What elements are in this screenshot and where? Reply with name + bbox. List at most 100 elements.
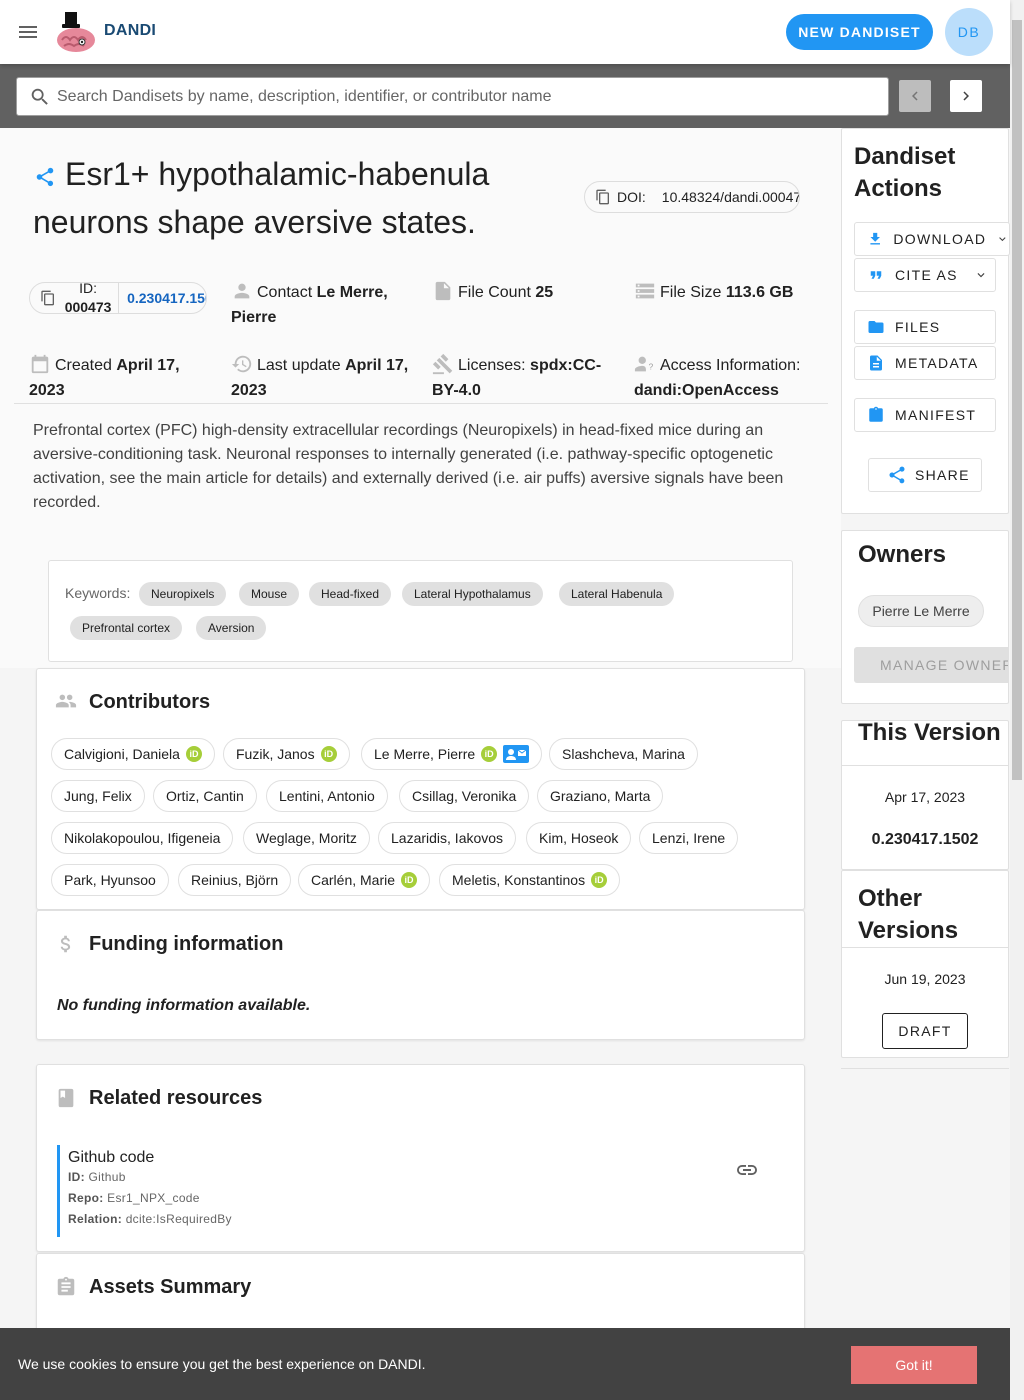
version-value[interactable]: 0.230417.1502 (127, 290, 206, 306)
resource-repo-label: Repo: (68, 1191, 104, 1205)
link-icon[interactable] (735, 1158, 759, 1182)
contributors-card: Contributors Calvigioni, Daniela iD Fuzik… (36, 668, 805, 910)
no-funding-message: No funding information available. (57, 997, 311, 1014)
accept-cookies-button[interactable]: Got it! (851, 1346, 977, 1384)
scrollbar-thumb[interactable] (1012, 20, 1022, 780)
access-info: ? Access Information: dandi:OpenAccess (634, 353, 824, 403)
file-icon (435, 281, 451, 301)
orcid-icon[interactable]: iD (185, 746, 202, 762)
orcid-icon[interactable]: iD (320, 746, 337, 762)
resource-name[interactable]: Github code (68, 1149, 757, 1167)
this-version-divider (842, 765, 1008, 766)
resource-repo: Repo: Esr1_NPX_code (68, 1188, 757, 1209)
keyword-chip[interactable]: Head-fixed (309, 582, 392, 606)
contributor-name: Fuzik, Janos (236, 746, 315, 762)
resource-relation-value: dcite:IsRequiredBy (125, 1212, 232, 1226)
funding-card: Funding information No funding informati… (36, 910, 805, 1040)
contributor-chip[interactable]: Csillag, Veronika (399, 780, 530, 812)
dandiset-title: Esr1+ hypothalamic-habenula neurons shap… (33, 150, 553, 246)
doi-chip[interactable]: DOI: 10.48324/dandi.000473 (584, 181, 800, 213)
search-bar (0, 64, 1010, 128)
share-button[interactable]: SHARE (868, 458, 982, 492)
download-button[interactable]: DOWNLOAD (854, 222, 1010, 256)
manage-owners-button[interactable]: MANAGE OWNERS (854, 647, 1008, 683)
page-scrollbar[interactable] (1010, 0, 1024, 1400)
contributor-chip[interactable]: Lazaridis, Iakovos (378, 822, 517, 854)
new-dandiset-button[interactable]: NEW DANDISET (786, 14, 933, 50)
search-field[interactable] (16, 77, 889, 116)
contributor-chip[interactable]: Lentini, Antonio (266, 780, 388, 812)
owners-title: Owners (858, 541, 947, 568)
contributor-chip[interactable]: Graziano, Marta (537, 780, 664, 812)
owner-chip[interactable]: Pierre Le Merre (858, 595, 984, 627)
overview-divider (14, 403, 828, 404)
file-size-value: 113.6 GB (725, 284, 794, 301)
keyword-chip[interactable]: Prefrontal cortex (70, 616, 183, 640)
share-icon (889, 466, 905, 484)
folder-icon (868, 321, 884, 333)
files-button[interactable]: FILES (854, 310, 996, 344)
metadata-button[interactable]: METADATA (854, 346, 996, 380)
previous-page-button[interactable] (899, 80, 931, 112)
contributor-chip[interactable]: Jung, Felix (51, 780, 145, 812)
identifier-chip[interactable]: ID: 000473 0.230417.1502 (29, 279, 207, 317)
contributor-name: Kim, Hoseok (539, 830, 619, 846)
file-size-label: File Size (660, 284, 722, 301)
menu-icon[interactable] (16, 20, 40, 44)
contributor-chip[interactable]: Weglage, Moritz (243, 822, 370, 854)
contributor-chip[interactable]: Slashcheva, Marina (549, 738, 698, 770)
dandi-logo[interactable] (52, 10, 98, 54)
orcid-icon[interactable]: iD (401, 872, 418, 888)
contact-info: Contact Le Merre, Pierre (231, 280, 411, 330)
manifest-button[interactable]: MANIFEST (854, 398, 996, 432)
gavel-icon (432, 353, 453, 375)
dandiset-title-text: Esr1+ hypothalamic-habenula neurons shap… (33, 156, 490, 240)
brand-name[interactable]: DANDI (104, 22, 156, 40)
contributor-chip[interactable]: Nikolakopoulou, Ifigeneia (51, 822, 234, 854)
contributor-chip[interactable]: Park, Hyunsoo (51, 864, 169, 896)
contributor-chip[interactable]: Reinius, Björn (178, 864, 292, 896)
keyword-chip[interactable]: Lateral Hypothalamus (402, 582, 543, 606)
doi-value[interactable]: 10.48324/dandi.000473 (662, 189, 799, 205)
contributor-chip[interactable]: Fuzik, Janos iD (223, 738, 350, 770)
contributor-chip[interactable]: Kim, Hoseok (526, 822, 632, 854)
files-label: FILES (895, 319, 941, 335)
other-versions-divider (842, 947, 1008, 948)
contributor-chip[interactable]: Calvigioni, Daniela iD (51, 738, 215, 770)
last-update-info: Last update April 17, 2023 (231, 353, 421, 403)
orcid-icon[interactable]: iD (591, 872, 608, 888)
contributor-chip[interactable]: Meletis, Konstantinos iD (439, 864, 621, 896)
contributor-chip[interactable]: Le Merre, Pierre iD (361, 738, 543, 770)
search-input[interactable] (57, 78, 877, 115)
keyword-chip[interactable]: Aversion (196, 616, 267, 640)
user-avatar[interactable]: DB (945, 8, 993, 56)
orcid-icon[interactable]: iD (481, 746, 498, 762)
copy-icon[interactable] (595, 189, 611, 205)
keyword-chip[interactable]: Lateral Habenula (559, 582, 675, 606)
dandiset-actions-title: Dandiset Actions (854, 143, 956, 202)
cite-as-button[interactable]: CITE AS (854, 258, 996, 292)
contributor-chip[interactable]: Carlén, Marie iD (298, 864, 431, 896)
created-label: Created (55, 357, 112, 374)
contributor-name: Csillag, Veronika (412, 788, 517, 804)
sidebar-bottom-divider (841, 1068, 1009, 1069)
next-page-button[interactable] (950, 80, 982, 112)
chevron-down-icon (999, 237, 1006, 242)
this-version-date: Apr 17, 2023 (884, 789, 966, 805)
file-count-label: File Count (458, 284, 531, 301)
draft-version-button[interactable]: DRAFT (882, 1013, 968, 1049)
contributor-chip[interactable]: Lenzi, Irene (639, 822, 739, 854)
access-label: Access Information: (660, 357, 801, 374)
keyword-chip[interactable]: Neuropixels (139, 582, 227, 606)
contributor-name: Carlén, Marie (311, 872, 396, 888)
manage-owners-label: MANAGE OWNERS (880, 657, 1008, 673)
identifier: ID: 000473 (64, 279, 112, 317)
keyword-chip[interactable]: Mouse (239, 582, 300, 606)
contributor-chip[interactable]: Ortiz, Cantin (153, 780, 257, 812)
contributor-name: Park, Hyunsoo (64, 872, 156, 888)
this-version-number[interactable]: 0.230417.1502 (842, 831, 1008, 849)
download-icon (870, 232, 880, 245)
copy-icon[interactable] (40, 290, 56, 306)
history-icon (231, 355, 252, 373)
chevron-left-icon (912, 91, 918, 101)
